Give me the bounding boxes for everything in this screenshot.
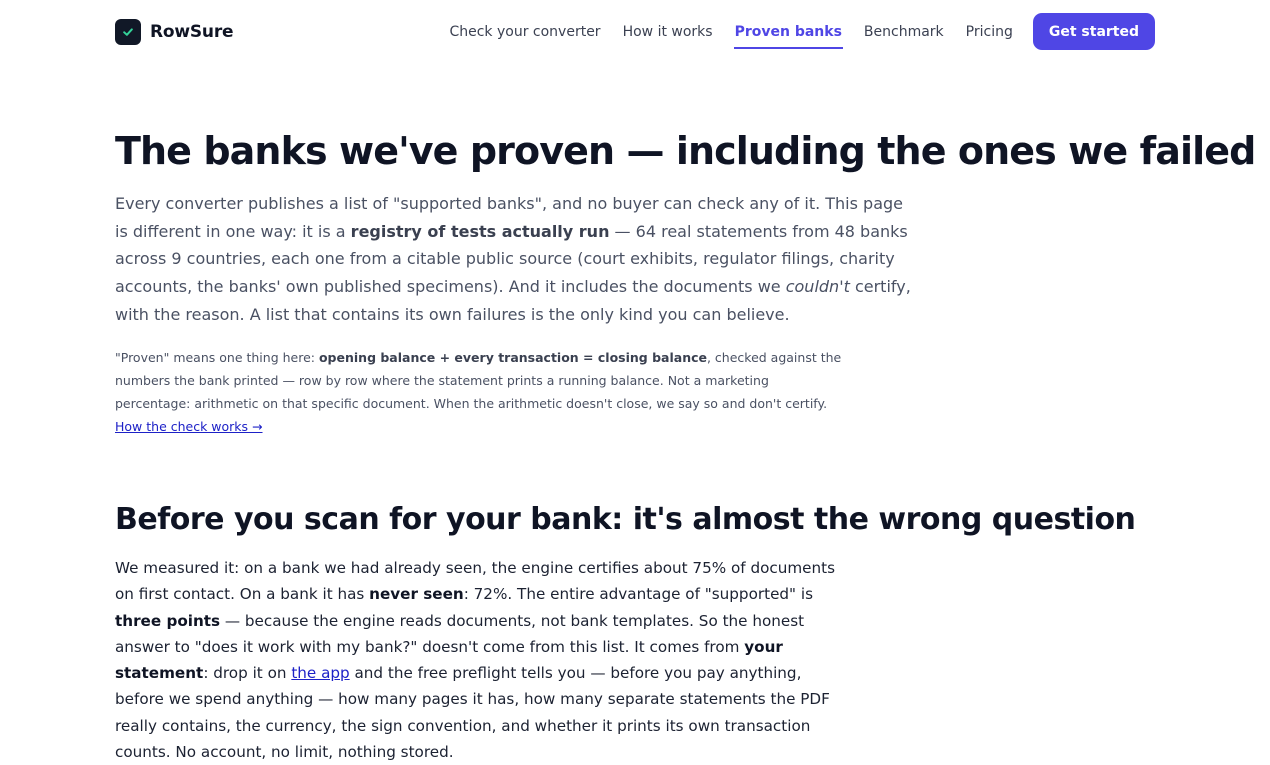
intro-italic: couldn't [785,277,850,297]
section-title: Before you scan for your bank: it's almo… [115,502,1136,537]
intro-emphasis: registry of tests actually run [350,221,610,241]
nav-link-proven-banks[interactable]: Proven banks [733,16,844,49]
how-the-check-works-link[interactable]: How the check works → [115,419,263,434]
definition-note: "Proven" means one thing here: opening b… [115,346,845,438]
get-started-button[interactable]: Get started [1032,13,1155,50]
nav-link-how-it-works[interactable]: How it works [622,16,714,48]
page-title: The banks we've proven — including the o… [115,129,1256,173]
body-emphasis: never seen [369,585,464,604]
body-emphasis: three points [115,611,221,630]
site-header: RowSure Check your converter How it work… [0,0,1270,64]
nav-link-check-converter[interactable]: Check your converter [448,16,601,48]
section-paragraph: We measured it: on a bank we had already… [115,555,855,765]
brand-name: RowSure [150,22,234,42]
the-app-link[interactable]: the app [291,664,349,682]
nav-link-benchmark[interactable]: Benchmark [863,16,945,48]
body-text: : 72%. The entire advantage of "supporte… [463,585,813,604]
logo[interactable]: RowSure [115,19,234,45]
body-text: : drop it on [203,664,292,683]
check-icon [115,19,141,45]
nav-link-pricing[interactable]: Pricing [965,16,1014,48]
note-text: "Proven" means one thing here: [115,350,319,365]
intro-paragraph: Every converter publishes a list of "sup… [115,190,915,329]
note-emphasis: opening balance + every transaction = cl… [318,350,707,365]
main-nav: Check your converter How it works Proven… [428,13,1155,50]
